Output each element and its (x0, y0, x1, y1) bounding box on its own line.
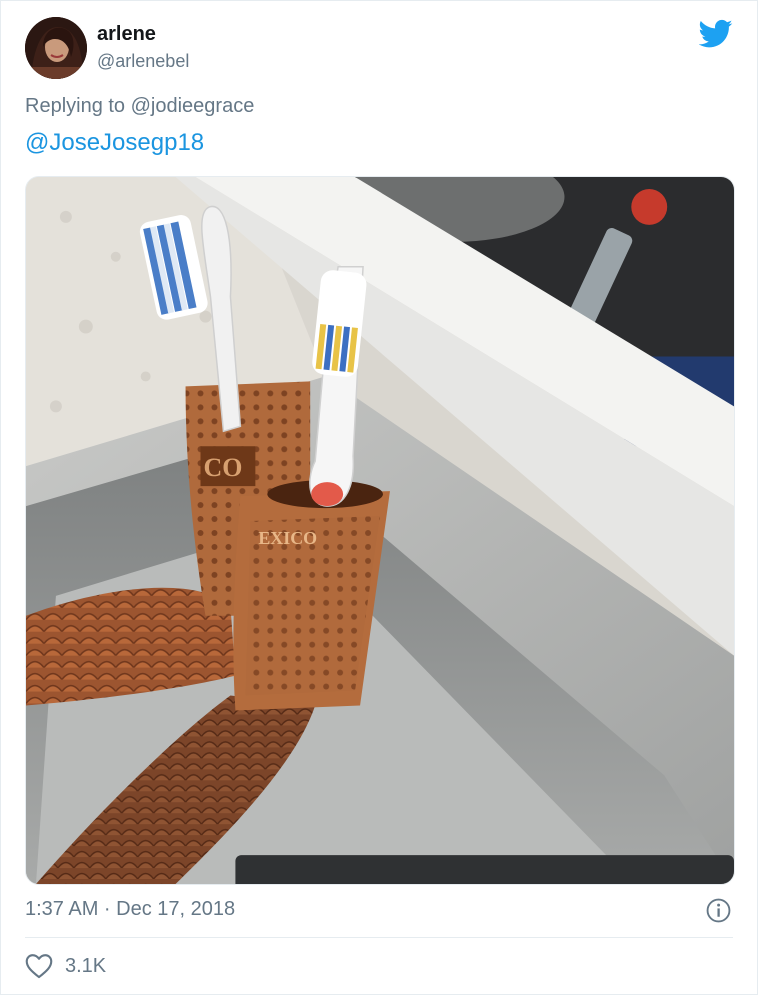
like-action[interactable]: 3.1K (25, 953, 106, 979)
tweet-card: arlene @arlenebel Replying to @jodieegra… (0, 0, 758, 995)
author-handle[interactable]: @arlenebel (97, 51, 189, 72)
info-icon[interactable] (706, 898, 731, 923)
like-count: 3.1K (65, 954, 107, 977)
divider (25, 937, 733, 938)
replying-to-text[interactable]: Replying to @jodieegrace (25, 95, 254, 118)
tweet-photo[interactable]: CO EXICO (25, 176, 735, 885)
author-name[interactable]: arlene (97, 23, 156, 46)
tweet-timestamp[interactable]: 1:37 AM · Dec 17, 2018 (25, 898, 235, 921)
mention-link[interactable]: @JoseJosegp18 (25, 129, 204, 157)
boot-stamp-front: EXICO (258, 528, 317, 548)
twitter-bird-icon[interactable] (698, 19, 733, 49)
heart-icon[interactable] (25, 953, 53, 979)
boot-stamp-back: CO (203, 453, 242, 482)
avatar[interactable] (25, 17, 87, 79)
